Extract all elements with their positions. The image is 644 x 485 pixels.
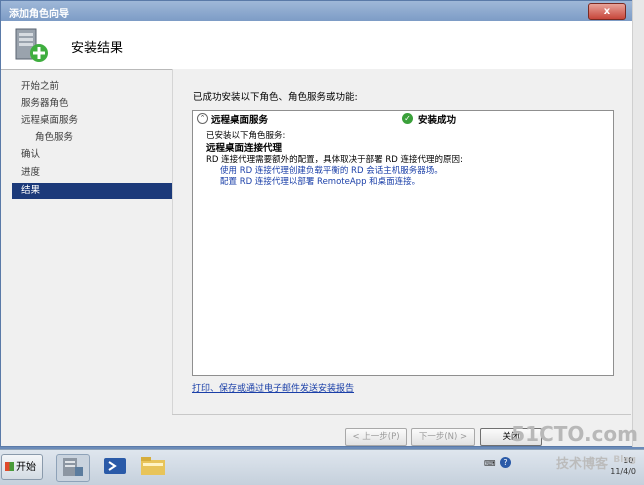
config-link-remoteapp[interactable]: 配置 RD 连接代理以部署 RemoteApp 和桌面连接。 — [220, 175, 420, 187]
start-label: 开始 — [16, 462, 36, 473]
watermark-sub: 技术博客 — [555, 457, 608, 472]
window-title: 添加角色向导 — [9, 9, 69, 20]
server-add-icon — [15, 28, 48, 62]
content-panel: 已成功安装以下角色、角色服务或功能: ⌃ 远程桌面服务 ✓ 安装成功 已安装以下… — [172, 69, 632, 414]
wizard-header: 安装结果 — [1, 21, 632, 70]
results-box: ⌃ 远程桌面服务 ✓ 安装成功 已安装以下角色服务: 远程桌面连接代理 RD 连… — [192, 110, 614, 376]
success-check-icon: ✓ — [402, 113, 413, 124]
install-status: 安装成功 — [418, 115, 457, 126]
start-button[interactable]: 开始 — [1, 454, 43, 480]
help-icon[interactable]: ? — [500, 457, 511, 468]
step-progress[interactable]: 进度 — [12, 165, 172, 181]
wizard-window: 添加角色向导 x 安装结果 开始之前 服务器角色 远程桌面服务 角色服务 确认 … — [0, 0, 633, 447]
role-name: 远程桌面服务 — [211, 115, 269, 126]
step-confirmation[interactable]: 确认 — [12, 147, 172, 163]
keyboard-icon[interactable]: ⌨ — [484, 459, 496, 468]
step-remote-desktop-services[interactable]: 远程桌面服务 — [12, 113, 172, 129]
powershell-icon[interactable] — [100, 454, 132, 480]
page-title: 安装结果 — [71, 41, 124, 56]
result-description: 已成功安装以下角色、角色服务或功能: — [193, 92, 358, 103]
server-manager-icon[interactable] — [56, 454, 90, 482]
report-link[interactable]: 打印、保存或通过电子邮件发送安装报告 — [192, 381, 354, 394]
next-button[interactable]: 下一步(N) > — [411, 428, 475, 446]
separator — [172, 414, 631, 415]
title-bar: 添加角色向导 x — [1, 1, 632, 22]
watermark-tag: Blog — [613, 455, 636, 465]
wizard-steps: 开始之前 服务器角色 远程桌面服务 角色服务 确认 进度 结果 — [9, 69, 172, 414]
service-name: 远程桌面连接代理 — [206, 143, 283, 154]
step-before-you-begin[interactable]: 开始之前 — [12, 79, 172, 95]
collapse-icon[interactable]: ⌃ — [197, 113, 208, 124]
prev-button[interactable]: < 上一步(P) — [345, 428, 407, 446]
watermark: 51CTO.com 技术博客 Blog — [511, 420, 638, 480]
explorer-icon[interactable] — [138, 454, 170, 480]
step-server-roles[interactable]: 服务器角色 — [12, 96, 172, 112]
step-role-services[interactable]: 角色服务 — [12, 130, 172, 146]
step-results[interactable]: 结果 — [12, 183, 172, 199]
scrollbar[interactable] — [632, 0, 644, 447]
close-window-button[interactable]: x — [588, 3, 626, 20]
windows-flag-icon — [5, 462, 14, 471]
watermark-main: 51CTO.com — [511, 422, 638, 446]
